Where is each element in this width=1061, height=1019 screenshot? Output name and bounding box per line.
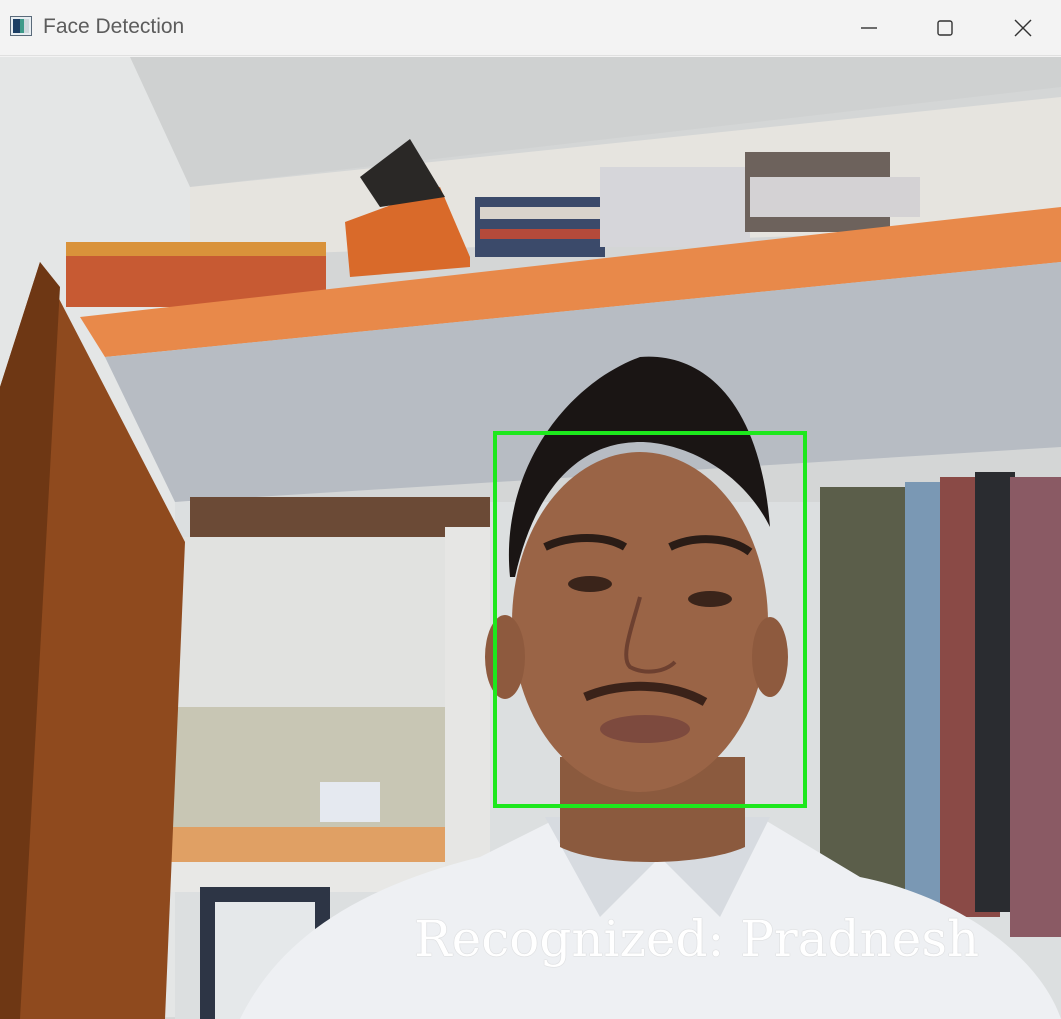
close-button[interactable]: [983, 0, 1061, 56]
minimize-button[interactable]: [829, 0, 909, 56]
face-detection-window: Face Detection Recognized: Pradnesh: [0, 0, 1061, 1019]
maximize-icon: [937, 20, 953, 36]
window-title: Face Detection: [43, 15, 185, 38]
minimize-icon: [861, 27, 877, 29]
camera-feed: Recognized: Pradnesh: [0, 57, 1061, 1019]
close-icon: [1014, 19, 1032, 37]
title-bar[interactable]: Face Detection: [0, 0, 1061, 56]
face-detection-box: [493, 431, 807, 808]
recognition-label: Recognized: Pradnesh: [414, 910, 980, 968]
maximize-button[interactable]: [905, 0, 985, 56]
app-window-icon: [10, 16, 32, 36]
